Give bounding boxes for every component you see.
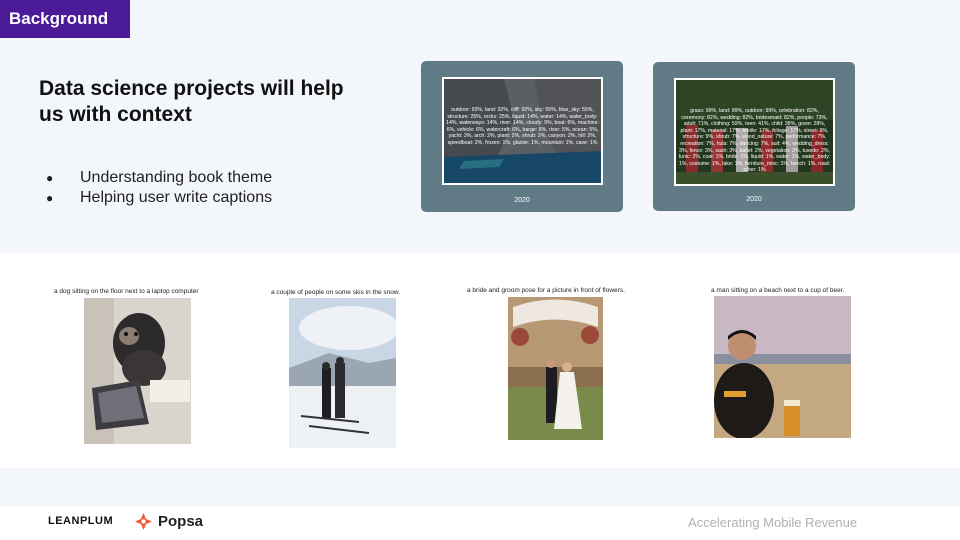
- bullet-item: Helping user write captions: [46, 188, 272, 208]
- tag-card-wedding: grass: 99%, land: 99%, outdoor: 99%, cel…: [653, 62, 855, 211]
- bullet-list: Understanding book theme Helping user wr…: [46, 168, 272, 208]
- cliff-tags: outdoor: 93%, land: 92%, cliff: 92%, sky…: [446, 107, 599, 146]
- caption-skis: a couple of people on some skis in the s…: [271, 289, 400, 296]
- tag-card-cliff: outdoor: 93%, land: 92%, cliff: 92%, sky…: [421, 61, 623, 212]
- dog-photo: [84, 298, 191, 444]
- couple-photo: [508, 297, 603, 440]
- popsa-logo: Popsa: [158, 513, 204, 530]
- wedding-tags: grass: 99%, land: 99%, outdoor: 99%, cel…: [678, 108, 831, 174]
- caption-dog: a dog sitting on the floor next to a lap…: [54, 288, 199, 295]
- lower-band: [0, 468, 960, 506]
- slide: Background Data science projects will he…: [0, 0, 960, 540]
- bullet-item: Understanding book theme: [46, 168, 272, 188]
- caption-beach: a man sitting on a beach next to a cup o…: [711, 287, 845, 294]
- section-tag: Background: [0, 0, 130, 38]
- skis-image: [289, 298, 396, 448]
- cliff-photo: outdoor: 93%, land: 92%, cliff: 92%, sky…: [442, 77, 603, 185]
- leanplum-logo: LEANPLUM: [48, 515, 114, 527]
- wedding-photo: grass: 99%, land: 99%, outdoor: 99%, cel…: [674, 78, 835, 186]
- beach-photo: [714, 296, 851, 438]
- slide-title: Data science projects will help us with …: [39, 77, 344, 126]
- skis-photo: [289, 298, 396, 448]
- popsa-icon: [135, 513, 152, 530]
- card-year: 2020: [514, 197, 530, 204]
- card-year: 2020: [746, 196, 762, 203]
- couple-image: [508, 297, 603, 440]
- dog-image: [84, 298, 191, 444]
- caption-wedding: a bride and groom pose for a picture in …: [467, 287, 625, 294]
- beach-image: [714, 296, 851, 438]
- footer-tagline: Accelerating Mobile Revenue: [688, 515, 858, 530]
